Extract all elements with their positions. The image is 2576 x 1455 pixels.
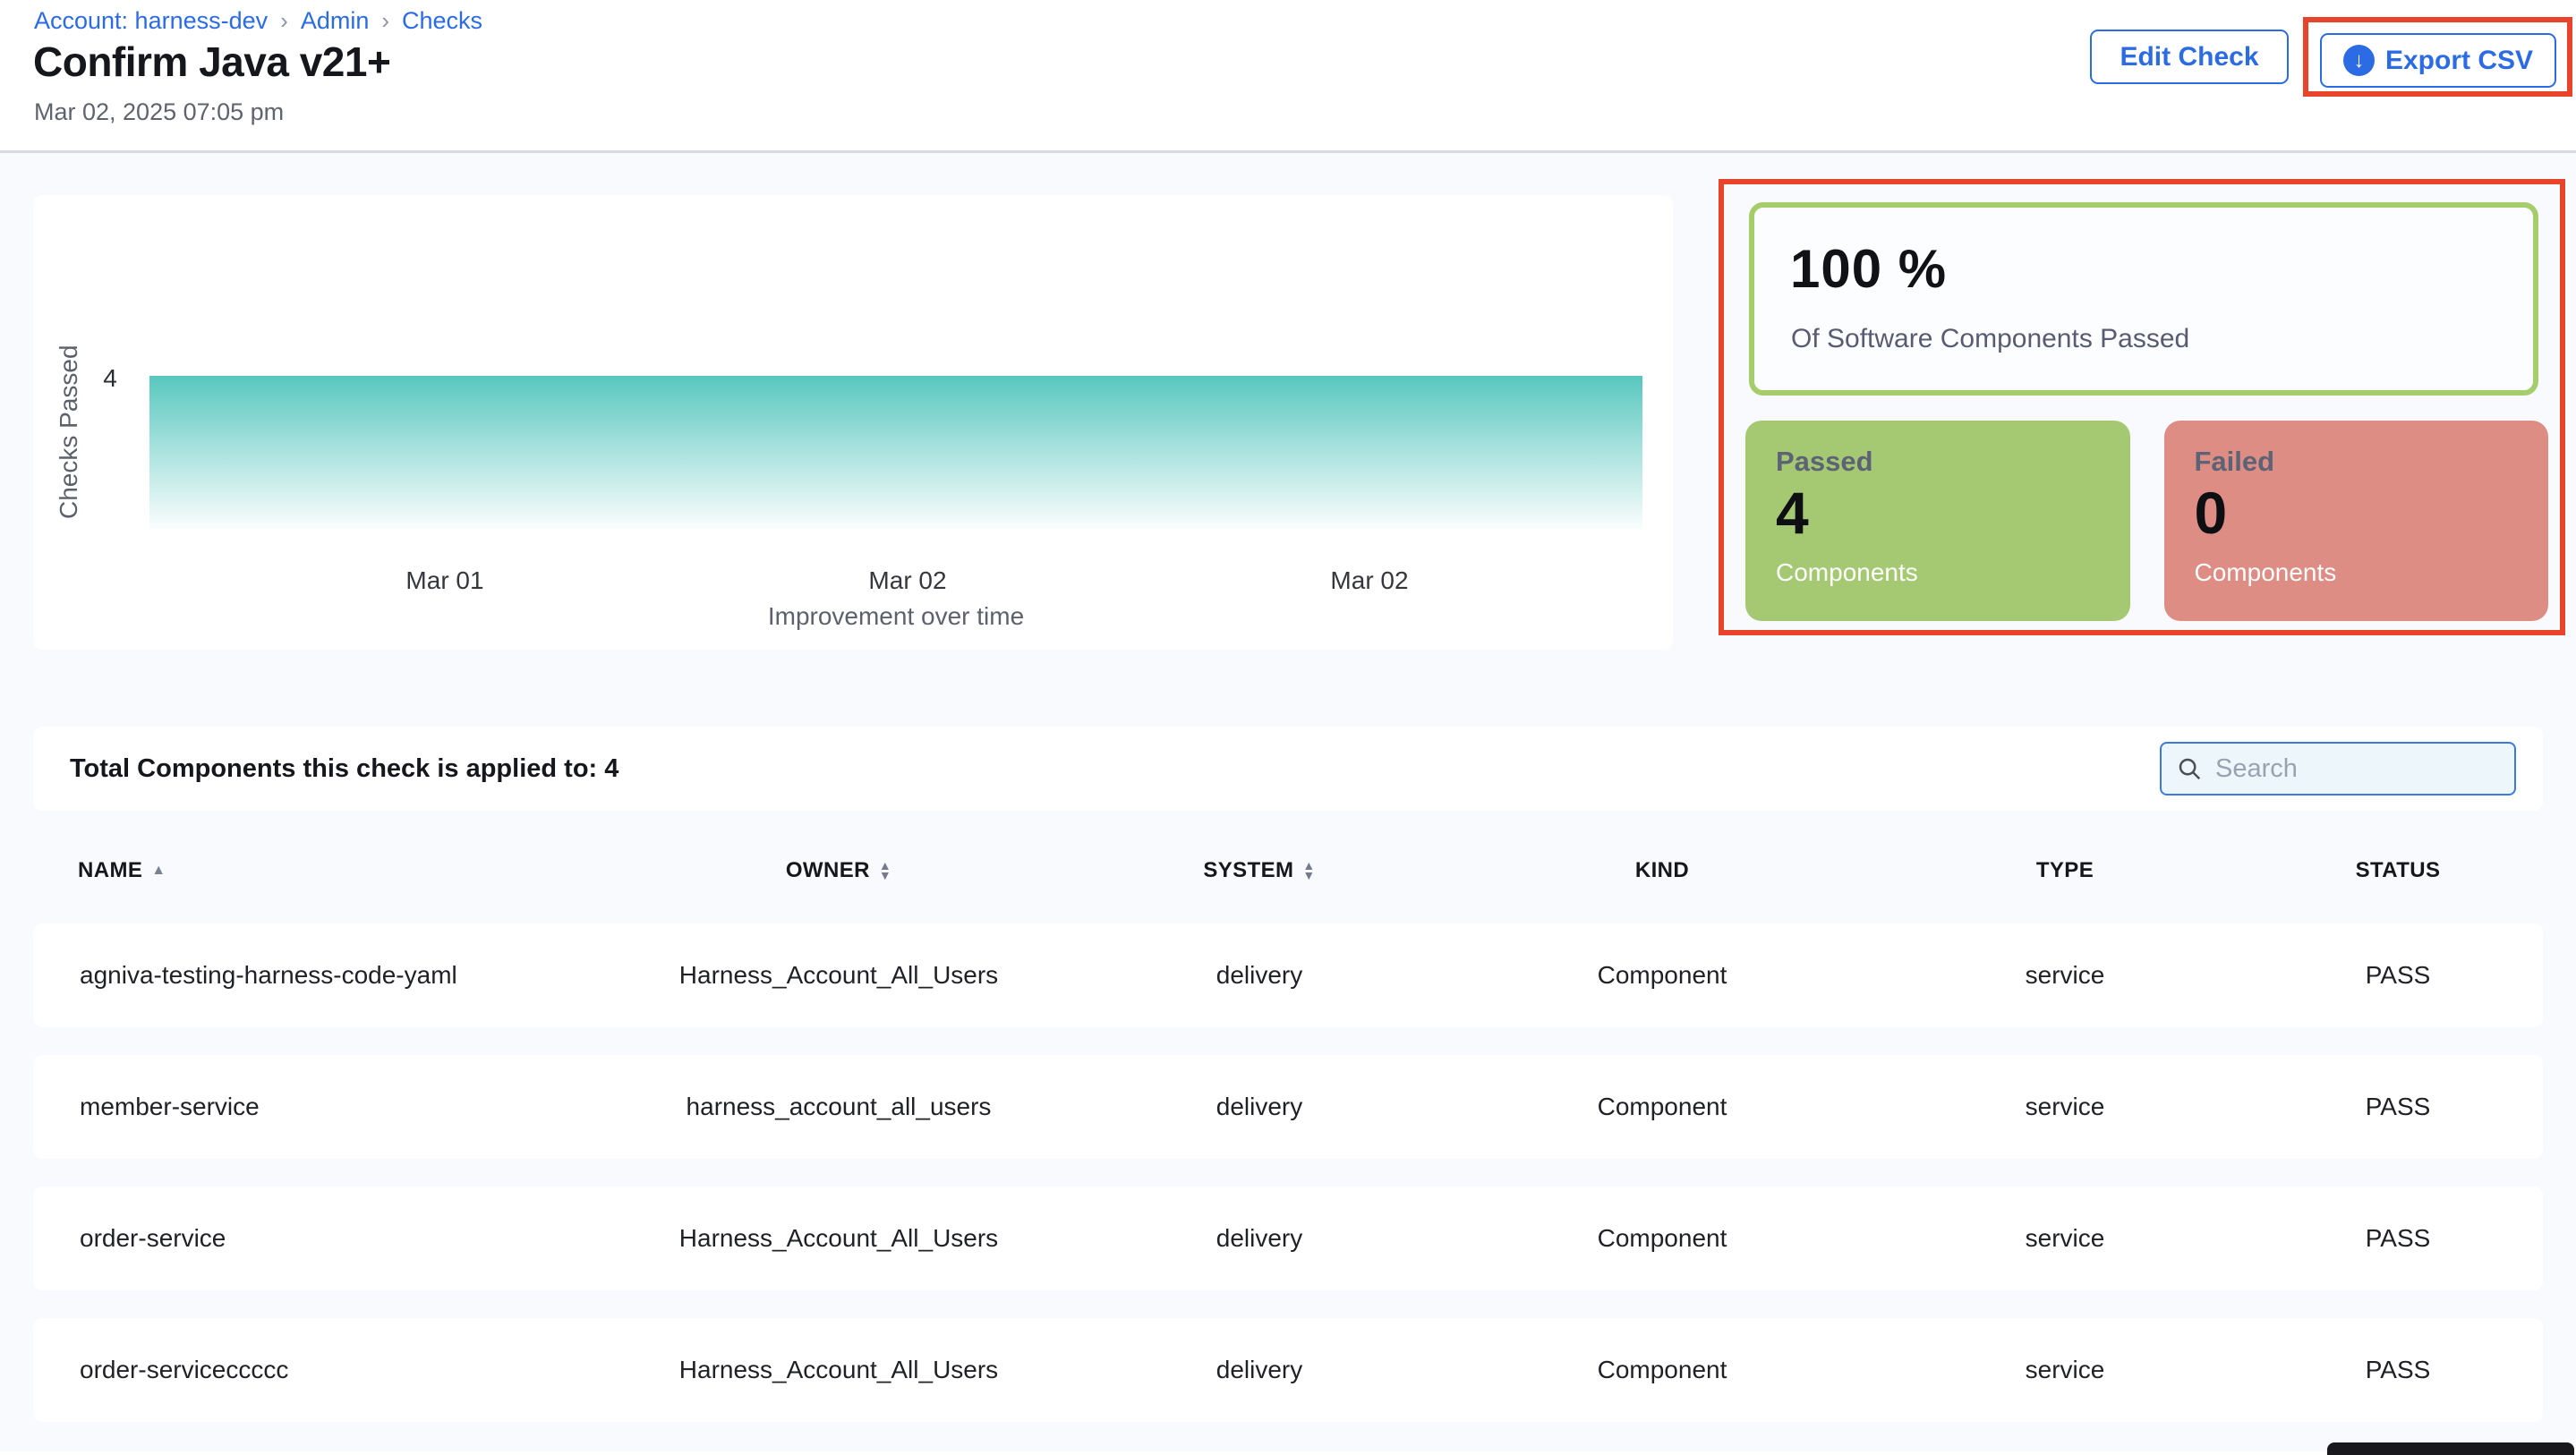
cell-system: delivery bbox=[1071, 1224, 1447, 1253]
table-row[interactable]: agniva-testing-harness-code-yaml Harness… bbox=[33, 923, 2543, 1027]
page-header: Account: harness-dev › Admin › Checks Co… bbox=[0, 0, 2576, 153]
search-input[interactable] bbox=[2215, 754, 2553, 784]
column-label: SYSTEM bbox=[1203, 858, 1293, 883]
table-row[interactable]: order-serviceccccc Harness_Account_All_U… bbox=[33, 1318, 2543, 1422]
chart-x-tick: Mar 02 bbox=[868, 566, 946, 595]
export-csv-button[interactable]: ↓ Export CSV bbox=[2320, 33, 2556, 88]
page-title: Confirm Java v21+ bbox=[33, 38, 390, 86]
cell-status: PASS bbox=[2253, 1224, 2543, 1253]
notification-toast bbox=[2327, 1442, 2574, 1455]
cell-system: delivery bbox=[1071, 1356, 1447, 1384]
cell-name: order-serviceccccc bbox=[33, 1356, 606, 1384]
cell-type: service bbox=[1877, 1356, 2253, 1384]
cell-name: member-service bbox=[33, 1093, 606, 1121]
column-label: STATUS bbox=[2356, 858, 2441, 883]
edit-check-label: Edit Check bbox=[2120, 42, 2258, 72]
cell-owner: Harness_Account_All_Users bbox=[606, 961, 1071, 990]
chart-x-tick: Mar 02 bbox=[1330, 566, 1408, 595]
breadcrumb-account[interactable]: Account: harness-dev bbox=[34, 7, 268, 35]
cell-type: service bbox=[1877, 1093, 2253, 1121]
cell-owner: Harness_Account_All_Users bbox=[606, 1224, 1071, 1253]
table-toolbar: Total Components this check is applied t… bbox=[33, 727, 2543, 811]
breadcrumb-separator-icon: › bbox=[381, 7, 389, 35]
cell-status: PASS bbox=[2253, 1356, 2543, 1384]
cell-type: service bbox=[1877, 961, 2253, 990]
passed-caption: Components bbox=[1776, 558, 2130, 587]
passed-value: 4 bbox=[1776, 483, 2130, 542]
column-header-name[interactable]: NAME ▲ bbox=[33, 858, 606, 883]
checks-passed-chart: Checks Passed 4 Mar 01 Mar 02 Mar 02 Imp… bbox=[33, 195, 1673, 650]
cell-system: delivery bbox=[1071, 961, 1447, 990]
cell-status: PASS bbox=[2253, 961, 2543, 990]
annotation-box-summary: 100 % Of Software Components Passed Pass… bbox=[1719, 179, 2565, 635]
breadcrumb-checks[interactable]: Checks bbox=[402, 7, 482, 35]
chart-x-axis-title: Improvement over time bbox=[768, 602, 1024, 631]
chart-y-tick: 4 bbox=[85, 364, 135, 393]
search-icon bbox=[2176, 755, 2203, 782]
sort-asc-icon: ▲ bbox=[151, 864, 166, 878]
breadcrumb: Account: harness-dev › Admin › Checks bbox=[34, 7, 482, 35]
column-label: NAME bbox=[78, 858, 142, 883]
failed-label: Failed bbox=[2195, 446, 2549, 478]
failed-value: 0 bbox=[2195, 483, 2549, 542]
annotation-box-export: ↓ Export CSV bbox=[2303, 17, 2572, 97]
column-header-system[interactable]: SYSTEM ▲▼ bbox=[1071, 858, 1447, 883]
table-row[interactable]: member-service harness_account_all_users… bbox=[33, 1055, 2543, 1159]
column-label: KIND bbox=[1635, 858, 1689, 883]
chart-x-tick: Mar 01 bbox=[405, 566, 483, 595]
column-label: OWNER bbox=[786, 858, 870, 883]
table-header: NAME ▲ OWNER ▲▼ SYSTEM ▲▼ KIND TYPE STAT… bbox=[33, 839, 2543, 902]
table-row[interactable]: order-service Harness_Account_All_Users … bbox=[33, 1187, 2543, 1290]
column-header-kind: KIND bbox=[1447, 858, 1877, 883]
chart-y-axis-label: Checks Passed bbox=[55, 298, 83, 566]
chart-area-series bbox=[149, 376, 1642, 529]
cell-name: order-service bbox=[33, 1224, 606, 1253]
breadcrumb-separator-icon: › bbox=[280, 7, 288, 35]
column-header-owner[interactable]: OWNER ▲▼ bbox=[606, 858, 1071, 883]
breadcrumb-admin[interactable]: Admin bbox=[301, 7, 370, 35]
cell-system: delivery bbox=[1071, 1093, 1447, 1121]
column-header-status: STATUS bbox=[2253, 858, 2543, 883]
sort-both-icon: ▲▼ bbox=[879, 861, 891, 881]
cell-kind: Component bbox=[1447, 1224, 1877, 1253]
cell-kind: Component bbox=[1447, 961, 1877, 990]
download-icon: ↓ bbox=[2343, 45, 2375, 76]
passed-label: Passed bbox=[1776, 446, 2130, 478]
cell-kind: Component bbox=[1447, 1356, 1877, 1384]
export-csv-label: Export CSV bbox=[2385, 46, 2533, 76]
cell-kind: Component bbox=[1447, 1093, 1877, 1121]
failed-caption: Components bbox=[2195, 558, 2549, 587]
percent-passed-card: 100 % Of Software Components Passed bbox=[1749, 202, 2538, 396]
pass-fail-cards: Passed 4 Components Failed 0 Components bbox=[1745, 421, 2548, 621]
edit-check-button[interactable]: Edit Check bbox=[2090, 30, 2289, 84]
column-label: TYPE bbox=[2036, 858, 2094, 883]
page: Account: harness-dev › Admin › Checks Co… bbox=[0, 0, 2576, 1451]
total-components-text: Total Components this check is applied t… bbox=[70, 727, 618, 811]
search-box bbox=[2160, 742, 2516, 796]
cell-name: agniva-testing-harness-code-yaml bbox=[33, 961, 606, 990]
cell-status: PASS bbox=[2253, 1093, 2543, 1121]
sort-both-icon: ▲▼ bbox=[1302, 861, 1315, 881]
cell-type: service bbox=[1877, 1224, 2253, 1253]
check-timestamp: Mar 02, 2025 07:05 pm bbox=[34, 98, 284, 126]
cell-owner: harness_account_all_users bbox=[606, 1093, 1071, 1121]
failed-card: Failed 0 Components bbox=[2164, 421, 2549, 621]
cell-owner: Harness_Account_All_Users bbox=[606, 1356, 1071, 1384]
percent-passed-value: 100 % bbox=[1790, 238, 1947, 300]
passed-card: Passed 4 Components bbox=[1745, 421, 2130, 621]
components-table: agniva-testing-harness-code-yaml Harness… bbox=[33, 923, 2543, 1450]
column-header-type: TYPE bbox=[1877, 858, 2253, 883]
percent-passed-caption: Of Software Components Passed bbox=[1791, 324, 2189, 354]
